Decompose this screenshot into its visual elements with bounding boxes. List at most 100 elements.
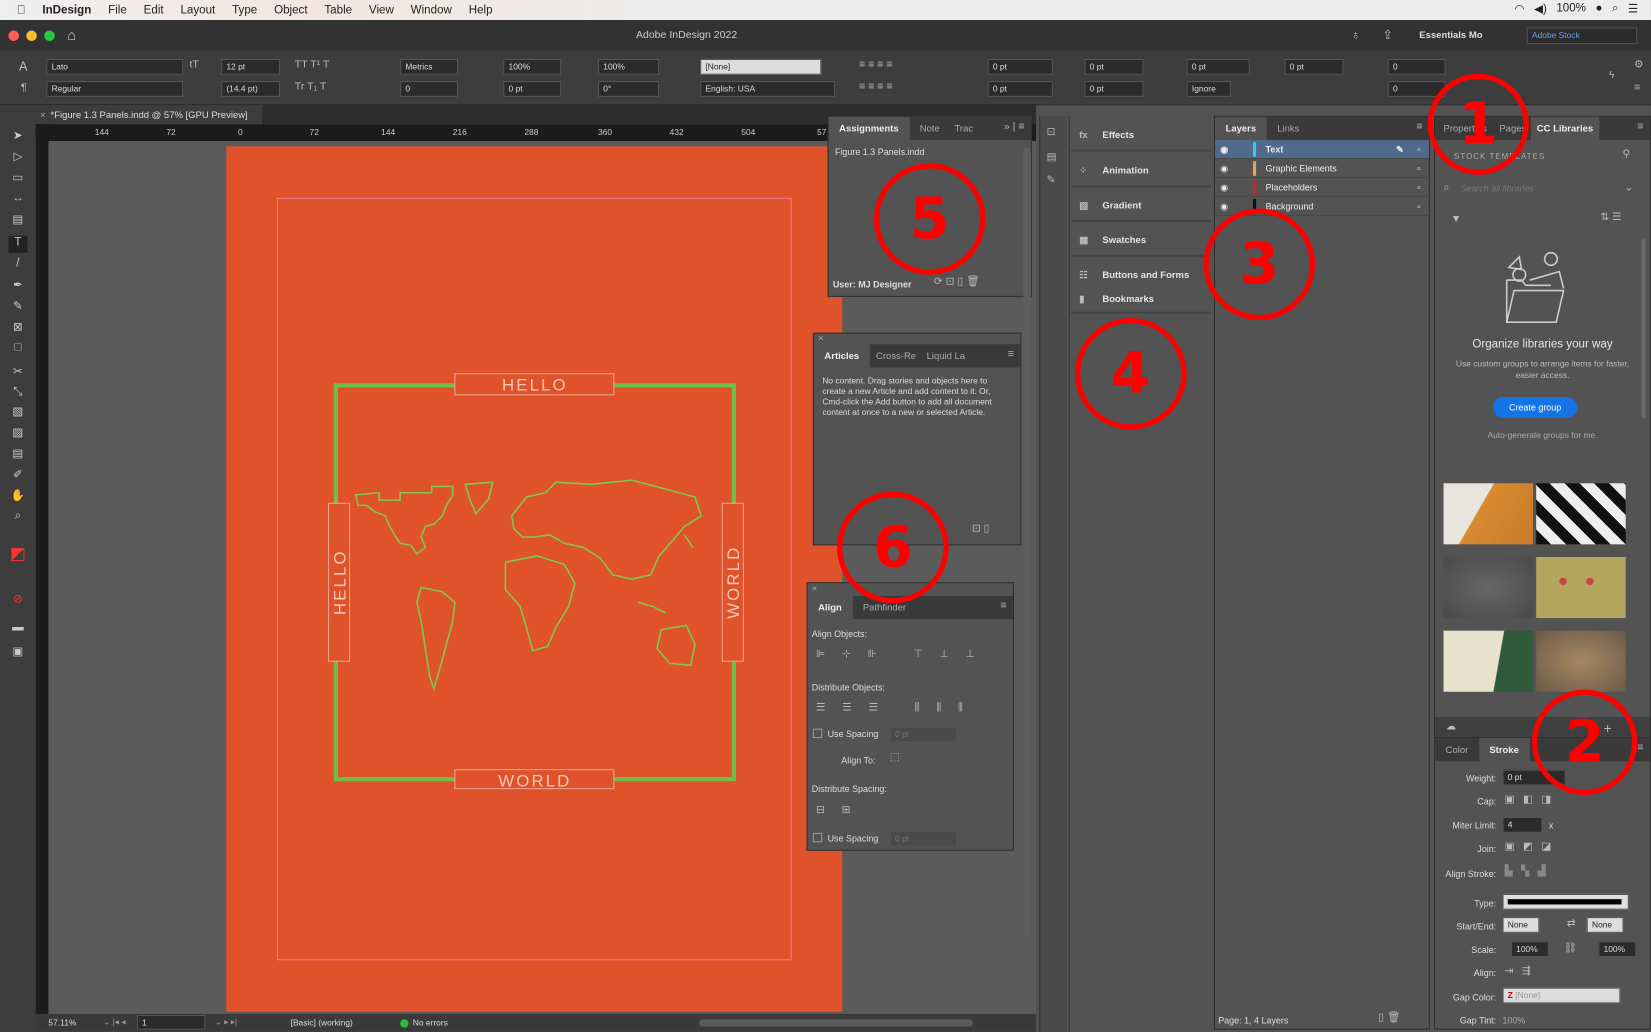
panel-menu-icon[interactable]: ≡ [1000,600,1006,612]
bookmarks-panel-button[interactable]: ▮ Bookmarks [1070,284,1211,314]
minimize-window-button[interactable] [26,30,37,42]
share-icon[interactable]: ⇪ [1382,27,1393,42]
fill-stroke-icon[interactable]: ◩ [8,543,27,563]
user-icon[interactable]: ● [1595,2,1602,16]
assignment-file[interactable]: Figure 1.3 Panels.indd [835,146,925,157]
apple-icon[interactable]:  [17,4,26,17]
content-collector-icon[interactable]: ▤ [8,213,27,230]
line-tool-icon[interactable]: / [8,257,27,274]
use-spacing-checkbox[interactable] [812,728,823,739]
panel-menu-icon[interactable]: ≡ [1416,121,1422,133]
start-select[interactable]: None [1502,917,1540,933]
selection-tool-icon[interactable]: ➤ [8,128,27,145]
new-layer-icon[interactable]: ▯ 🗑 [1378,1012,1400,1024]
space-after-field[interactable]: 0 pt [1284,58,1344,75]
tab-track-changes[interactable]: Trac [950,117,977,140]
justify-icon[interactable]: ≡ ≡ ≡ ≡ [859,81,892,93]
tab-articles[interactable]: Articles [813,344,870,368]
note-tool-icon[interactable]: ▤ [8,446,27,463]
page-nav-prev-icon[interactable]: ⌄ |◂ ◂ [103,1017,125,1026]
vertical-scrollbar[interactable] [1023,147,1031,938]
all-caps-icon[interactable]: TT T¹ T [295,59,330,71]
scale-end-field[interactable]: 100% [1598,941,1637,958]
panel-menu-icon[interactable]: » | ≡ [1004,121,1025,133]
last-line-indent-field[interactable]: 0 pt [1084,81,1144,97]
pen-tool-icon[interactable]: ✒ [8,278,27,295]
lightbulb-icon[interactable]: ♁ [1351,27,1360,42]
selection-square-icon[interactable]: ▫ [1417,178,1420,197]
drop-cap-lines-field[interactable]: 0 [1387,58,1446,75]
spacing-field-2[interactable]: 0 pt [889,830,958,847]
close-window-button[interactable] [8,30,19,42]
tab-align[interactable]: Align [807,595,853,620]
page-tool-icon[interactable]: ▭ [8,171,27,188]
tab-assignments[interactable]: Assignments [828,116,910,141]
close-panel-icon[interactable]: × [812,583,818,594]
cloud-icon[interactable]: ☁ [1446,721,1457,733]
small-caps-icon[interactable]: Tr T₁ T [295,81,326,93]
panel-menu-icon[interactable]: ≡ [1637,742,1643,754]
hand-tool-icon[interactable]: ✋ [8,489,27,506]
menu-file[interactable]: File [108,4,127,17]
search-icon[interactable]: ⌕ [1612,2,1618,16]
menu-layout[interactable]: Layout [180,4,215,17]
library-thumbnail[interactable] [1443,483,1534,545]
cap-buttons[interactable]: ▣◧◨ [1505,794,1560,806]
new-article-icon[interactable]: ⊡ ▯ [972,523,990,535]
create-group-button[interactable]: Create group [1493,396,1578,419]
space-before-field[interactable]: 0 pt [1186,58,1250,75]
menu-object[interactable]: Object [274,4,307,17]
layer-row-placeholders[interactable]: ◉ Placeholders ▫ [1215,178,1429,197]
library-thumbnail[interactable] [1536,483,1626,545]
scale-start-field[interactable]: 100% [1510,941,1549,958]
screen-mode-icon[interactable]: ▬ [8,621,27,638]
end-select[interactable]: None [1586,917,1624,933]
grid-align-field[interactable]: Ignore [1186,81,1231,97]
selection-square-icon[interactable]: ▫ [1417,140,1420,159]
swap-icon[interactable]: ⇄ [1567,918,1576,930]
zoom-level[interactable]: 57.11% [48,1018,76,1027]
type-tool-icon[interactable]: T [8,235,28,253]
gap-color-select[interactable]: Z [None] [1502,987,1621,1004]
control-menu-icon[interactable]: ≡ [1634,82,1640,94]
close-tab-icon[interactable]: × [40,105,46,124]
tab-links[interactable]: Links [1267,117,1310,140]
align-stroke-buttons[interactable]: ▙▚▟ [1505,865,1555,877]
library-thumbnail[interactable] [1536,630,1626,692]
gear-icon[interactable]: ⚙ [1634,59,1643,71]
vertical-scale-field[interactable]: 100% [503,58,562,75]
use-spacing-checkbox-2[interactable] [812,832,823,843]
library-thumbnail[interactable] [1443,556,1534,619]
left-indent-field[interactable]: 0 pt [987,58,1053,75]
wifi-icon[interactable]: ◠ [1515,2,1525,16]
menu-table[interactable]: Table [324,4,352,17]
selection-square-icon[interactable]: ▫ [1417,159,1420,178]
update-icon[interactable]: ⟳ ⊡ ▯ 🗑 [934,276,980,288]
eye-icon[interactable]: ◉ [1220,197,1228,216]
vertical-ruler[interactable] [35,124,49,1014]
library-thumbnail[interactable] [1443,630,1534,692]
filter-icon[interactable]: ▼ [1451,214,1461,226]
spacing-field[interactable]: 0 pt [889,726,958,743]
library-search-input[interactable]: Search all libraries [1460,183,1534,194]
rectangle-tool-icon[interactable]: □ [8,341,27,358]
gradient-feather-tool-icon[interactable]: ▨ [8,425,27,442]
selection-square-icon[interactable]: ▫ [1417,197,1420,216]
page-nav-next-icon[interactable]: ⌄ ▸ ▸| [215,1017,237,1026]
swatches-panel-button[interactable]: ▦ Swatches [1070,223,1211,257]
notes-icon[interactable]: ✎ [1047,175,1056,187]
tab-cc-libraries[interactable]: CC Libraries [1530,116,1600,141]
scissors-tool-icon[interactable]: ✂ [8,364,27,381]
eye-icon[interactable]: ◉ [1220,159,1228,178]
scrollbar[interactable] [1641,239,1646,419]
menu-type[interactable]: Type [232,4,257,17]
effects-panel-button[interactable]: fx Effects [1070,117,1211,152]
join-buttons[interactable]: ▣◩◪ [1505,841,1560,853]
zoom-tool-icon[interactable]: ⌕ [8,510,27,527]
stroke-type-select[interactable] [1502,893,1629,910]
font-family-field[interactable]: Lato [46,58,184,75]
stock-icon[interactable]: ⚲ [1623,148,1631,160]
align-left-icon[interactable]: ≡ ≡ ≡ ≡ [859,59,892,71]
panel-menu-icon[interactable]: ≡ [1637,121,1643,133]
apply-none-icon[interactable]: ⊘ [8,592,27,609]
